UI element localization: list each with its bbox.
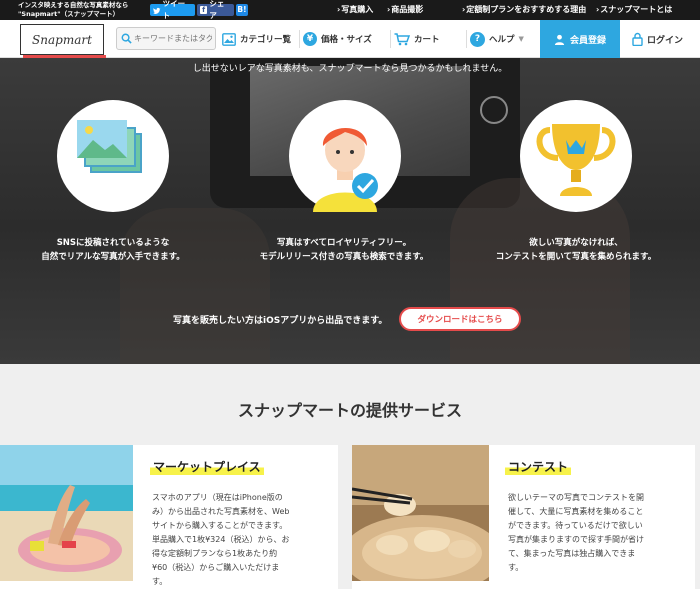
body-line: す。: [152, 577, 168, 586]
tagline-line-2: "Snapmart"（スナップマート）: [18, 10, 120, 18]
service-card-body: 欲しいテーマの写真でコンテストを開 催して、大量に写真素材を集めること ができま…: [508, 491, 683, 575]
image-icon: [222, 32, 236, 46]
marketplace-beach-photo: [0, 445, 133, 581]
chevron-right-icon: ›: [337, 5, 341, 14]
service-card-title: マーケットプレイス: [150, 458, 264, 475]
nav-help-label: ヘルプ: [489, 35, 515, 45]
register-label: 会員登録: [569, 35, 606, 46]
body-line: ¥60（税込）からご購入いただけま: [152, 563, 280, 572]
feature-text-royalty-free: 写真はすべてロイヤリティフリー。 モデルリリース付きの写真も検索できます。: [234, 236, 454, 264]
top-bar: インスタ映えする自然な写真素材なら "Snapmart"（スナップマート） ツイ…: [0, 0, 700, 20]
feature-circle-trophy: [520, 100, 632, 212]
hero-background-hand: [120, 208, 270, 364]
toplink-photo-purchase[interactable]: ›写真購入: [337, 4, 373, 15]
download-app-label: ダウンロードはこちら: [417, 315, 503, 325]
yen-icon: ¥: [303, 32, 317, 46]
body-line: て、集まった写真は独占購入できま: [508, 549, 636, 558]
nav-divider: [390, 30, 391, 48]
body-line: す。: [508, 563, 524, 572]
photo-stack-icon: [77, 120, 142, 173]
toplink-label: 写真購入: [341, 5, 374, 14]
toplink-product-shoot[interactable]: ›商品撮影: [387, 4, 423, 15]
feature-line: 欲しい写真がなければ、: [529, 238, 623, 248]
toplink-about[interactable]: ›スナップマートとは: [596, 4, 672, 15]
feature-circle-photos: [57, 100, 169, 212]
tagline-line-1: インスタ映えする自然な写真素材なら: [18, 1, 129, 9]
hatena-bookmark-icon: B!: [237, 5, 247, 14]
hero-section: し出せないレアな写真素材も、スナップマートなら見つかるかもしれません。 SNSに…: [0, 58, 700, 364]
tweet-button[interactable]: ツイート: [150, 0, 195, 20]
service-card-contest[interactable]: コンテスト 欲しいテーマの写真でコンテストを開 催して、大量に写真素材を集めるこ…: [352, 445, 695, 589]
facebook-share-button[interactable]: f シェア: [197, 0, 234, 20]
nav-category-label: カテゴリー覧: [240, 35, 292, 45]
body-line: 単品購入で1枚¥324（税込）から、お: [152, 535, 290, 544]
body-line: スマホのアプリ（現在はiPhone版の: [152, 493, 283, 502]
download-app-button[interactable]: ダウンロードはこちら: [399, 307, 521, 331]
nav-category[interactable]: カテゴリー覧: [222, 20, 291, 58]
chevron-down-icon: ▼: [518, 35, 524, 43]
chevron-right-icon: ›: [462, 5, 466, 14]
nav-price-size-label: 価格・サイズ: [321, 35, 372, 45]
toplink-label: 定額制プランをおすすめする理由: [466, 5, 587, 14]
toplink-plan-reason[interactable]: ›定額制プランをおすすめする理由: [462, 4, 586, 15]
feature-line: 自然でリアルな写真が入手できます。: [41, 252, 185, 262]
nav-cart[interactable]: カート: [390, 20, 440, 58]
body-line: 得な定額制プランなら1枚あたり約: [152, 549, 278, 558]
body-line: ができます。待っているだけで欲しい: [508, 521, 643, 530]
service-card-body: スマホのアプリ（現在はiPhone版の み）から出品された写真素材を、Web サ…: [152, 491, 324, 589]
register-button[interactable]: 会員登録: [540, 20, 620, 58]
nav-cart-label: カート: [414, 35, 440, 45]
feature-line: コンテストを開いて写真を集められます。: [495, 252, 657, 262]
user-icon: [554, 34, 565, 45]
model-person-icon: [313, 127, 378, 212]
feature-text-contest: 欲しい写真がなければ、 コンテストを開いて写真を集められます。: [466, 236, 686, 264]
nav-divider: [466, 30, 467, 48]
sell-on-ios-text: 写真を販売したい方はiOSアプリから出品できます。: [173, 316, 388, 326]
trophy-icon: [536, 124, 616, 196]
tweet-label: ツイート: [162, 0, 186, 20]
facebook-share-label: シェア: [209, 0, 225, 20]
body-line: み）から出品された写真素材を、Web: [152, 507, 290, 516]
toplink-label: 商品撮影: [391, 5, 424, 14]
hero-tagline: し出せないレアな写真素材も、スナップマートなら見つかるかもしれません。: [192, 64, 508, 74]
service-card-marketplace[interactable]: マーケットプレイス スマホのアプリ（現在はiPhone版の み）から出品された写…: [0, 445, 338, 589]
search-icon: [121, 33, 132, 44]
snapmart-logo[interactable]: Snapmart: [20, 24, 106, 58]
feature-line: 写真はすべてロイヤリティフリー。: [276, 238, 412, 248]
logo-text: Snapmart: [32, 32, 92, 47]
feature-circle-model: [289, 100, 401, 212]
chevron-right-icon: ›: [596, 5, 600, 14]
body-line: サイトから購入することができます。: [152, 521, 288, 530]
feature-line: モデルリリース付きの写真も検索できます。: [259, 252, 429, 262]
hatena-bookmark-button[interactable]: B!: [236, 4, 248, 16]
search-box[interactable]: [116, 27, 216, 50]
services-title: スナップマートの提供サービス: [237, 401, 462, 420]
cart-icon: [394, 32, 410, 45]
contest-dumplings-photo: [352, 445, 489, 581]
chevron-right-icon: ›: [387, 5, 391, 14]
feature-text-natural-photos: SNSに投稿されているような 自然でリアルな写真が入手できます。: [3, 236, 223, 264]
site-tagline: インスタ映えする自然な写真素材なら "Snapmart"（スナップマート）: [18, 1, 128, 19]
login-label: ログイン: [647, 35, 684, 46]
lock-icon: [632, 32, 643, 46]
search-input[interactable]: [134, 34, 212, 43]
nav-divider: [299, 30, 300, 48]
help-icon: ?: [470, 31, 485, 47]
facebook-f-icon: f: [200, 6, 208, 14]
nav-help[interactable]: ? ヘルプ ▼: [466, 20, 524, 58]
login-button[interactable]: ログイン: [632, 20, 683, 58]
nav-price-size[interactable]: ¥ 価格・サイズ: [299, 20, 372, 58]
toplink-label: スナップマートとは: [600, 5, 673, 14]
body-line: 催して、大量に写真素材を集めること: [508, 507, 644, 516]
body-line: 欲しいテーマの写真でコンテストを開: [508, 493, 644, 502]
service-card-title: コンテスト: [505, 458, 572, 475]
twitter-bird-icon: [153, 7, 161, 14]
feature-line: SNSに投稿されているような: [56, 238, 170, 248]
body-line: 写真が集まりますので探す手間が省け: [508, 535, 644, 544]
